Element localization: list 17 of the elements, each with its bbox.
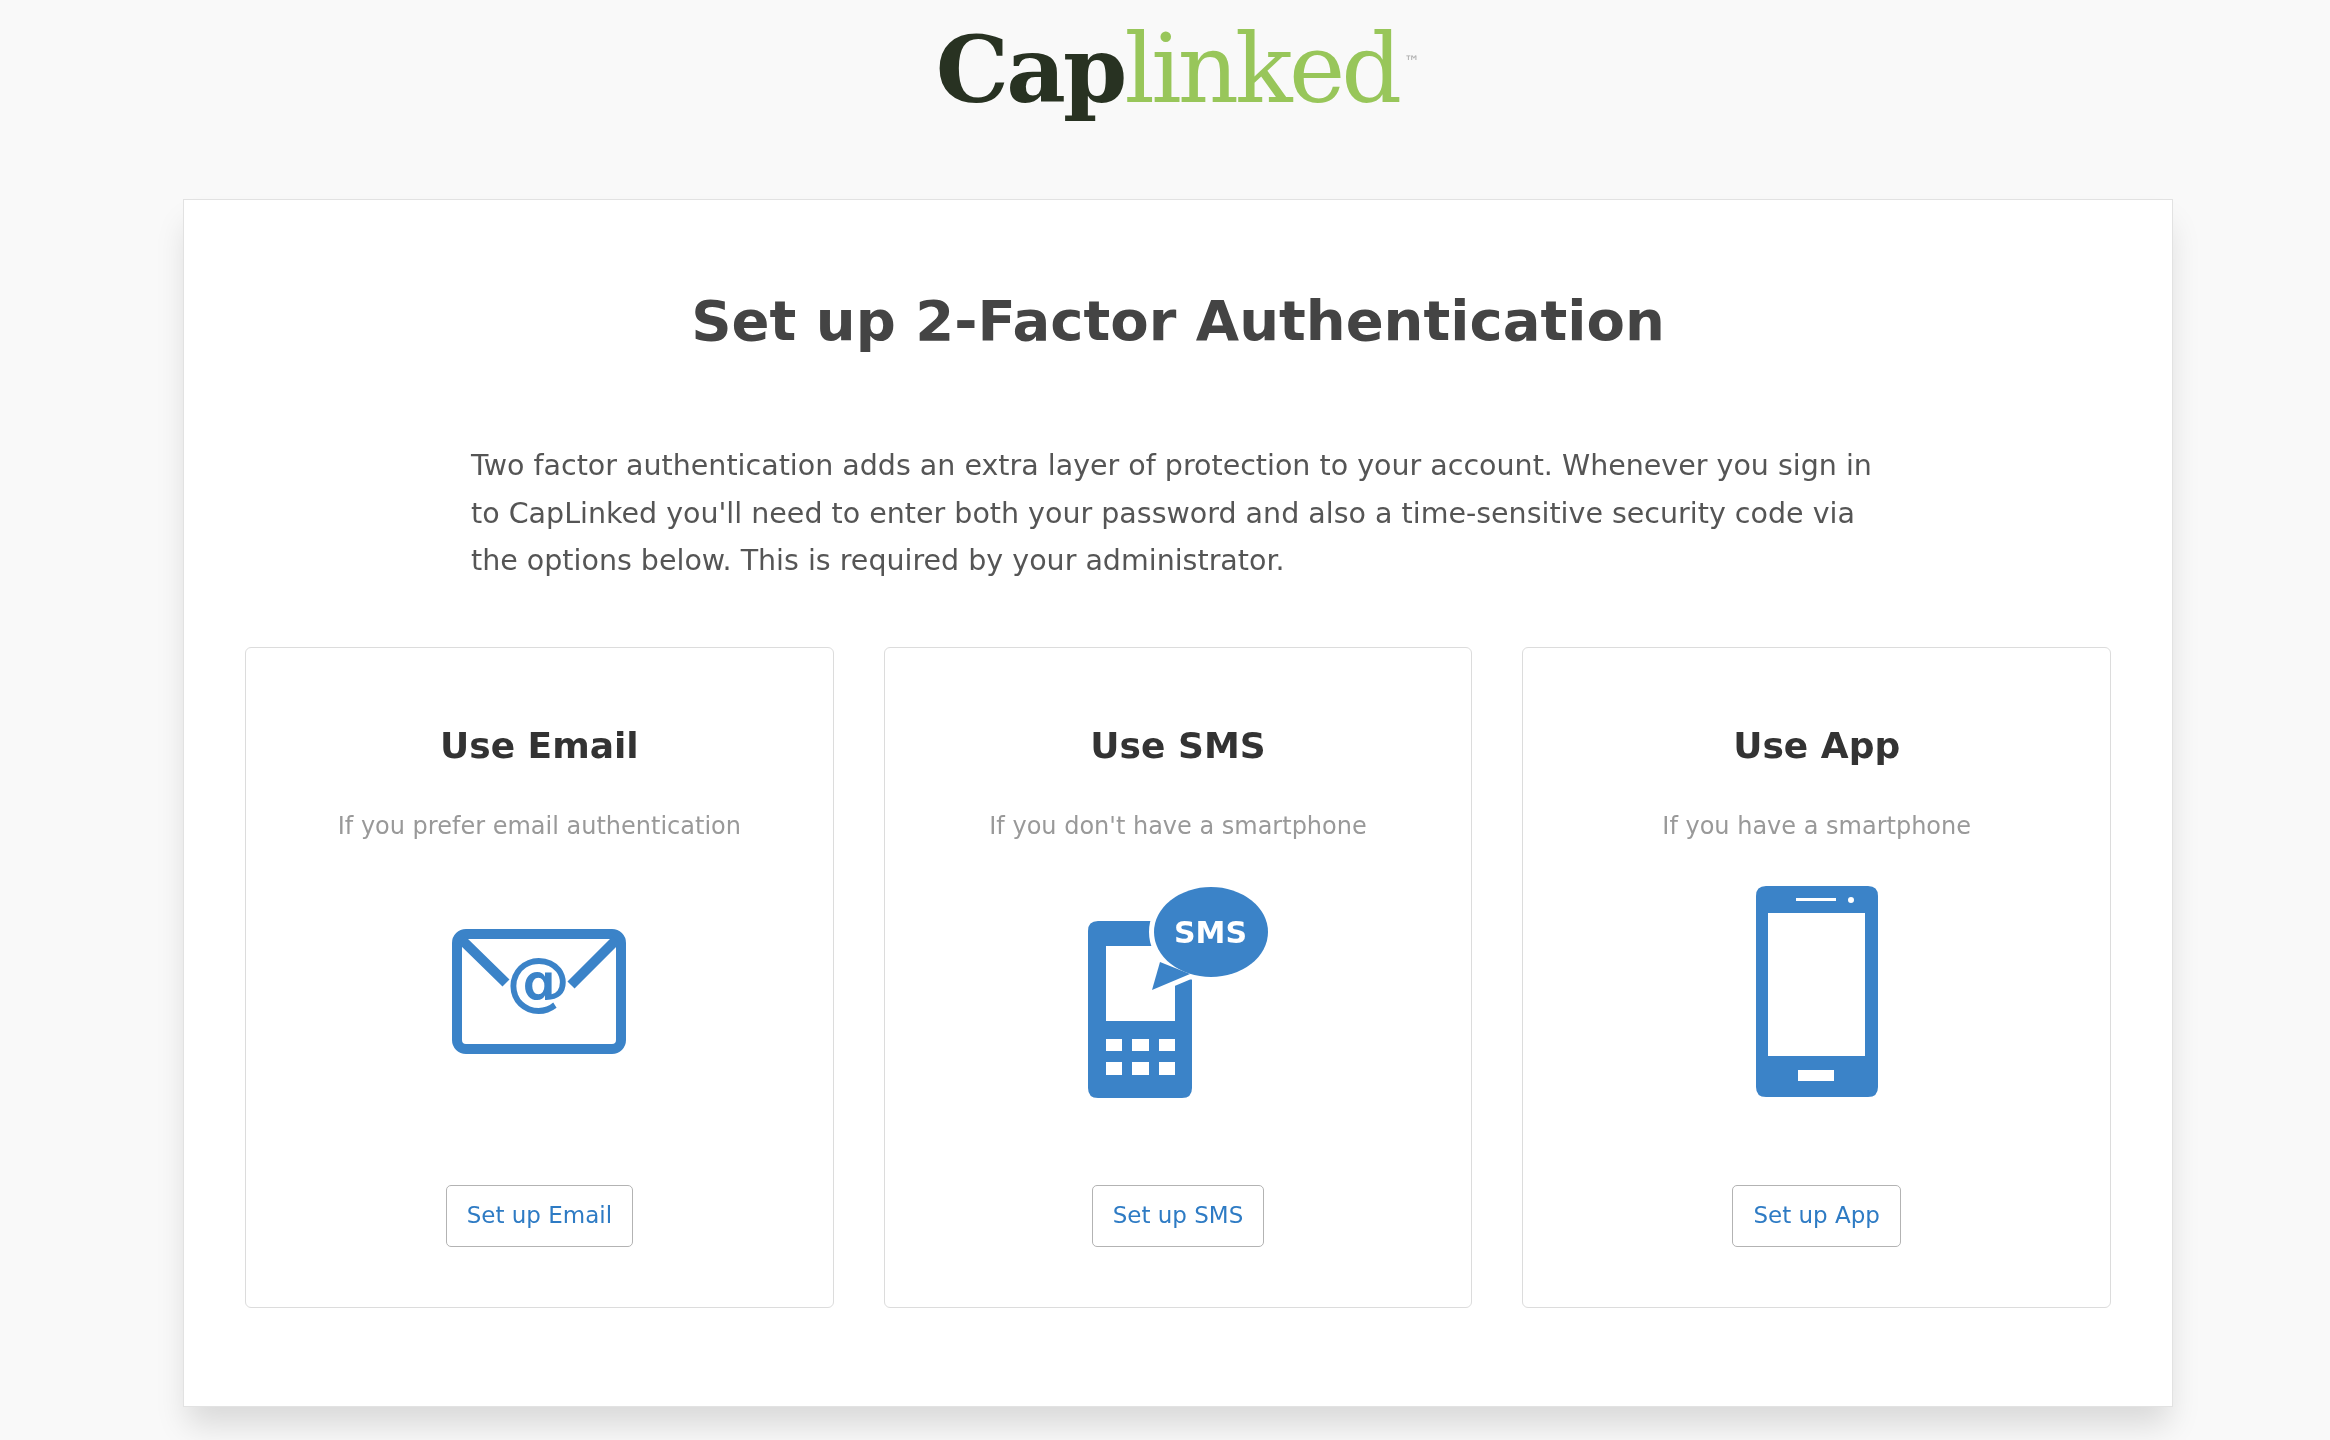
logo-wordmark[interactable]: Caplinked™	[935, 10, 1421, 129]
phone-speech-bubble-icon	[1087, 884, 1269, 1099]
setup-button[interactable]: Set up Email	[445, 1184, 634, 1247]
at-sign: @	[505, 949, 572, 1013]
option-title: Use SMS	[1090, 723, 1266, 768]
option-title: Use App	[1733, 723, 1901, 768]
setup-button[interactable]: Set up App	[1732, 1184, 1901, 1247]
option-description: If you prefer email authentication	[337, 810, 741, 842]
page-title: Set up 2-Factor Authentication	[691, 287, 1665, 355]
option-description: If you don't have a smartphone	[989, 810, 1367, 842]
setup-button[interactable]: Set up SMS	[1091, 1184, 1265, 1247]
envelope-icon	[452, 929, 627, 1054]
option-description: If you have a smartphone	[1662, 810, 1972, 842]
option-title: Use Email	[440, 723, 639, 768]
intro-text: Two factor authentication adds an extra layer of protection to your account. Whenever you sign in to CapLinked you'll need to enter both your password and also a time-sensitive security code via the options below. This is required by your administrator.	[471, 448, 1873, 579]
smartphone-icon	[1755, 886, 1878, 1097]
bubble-label: SMS	[1173, 918, 1248, 948]
